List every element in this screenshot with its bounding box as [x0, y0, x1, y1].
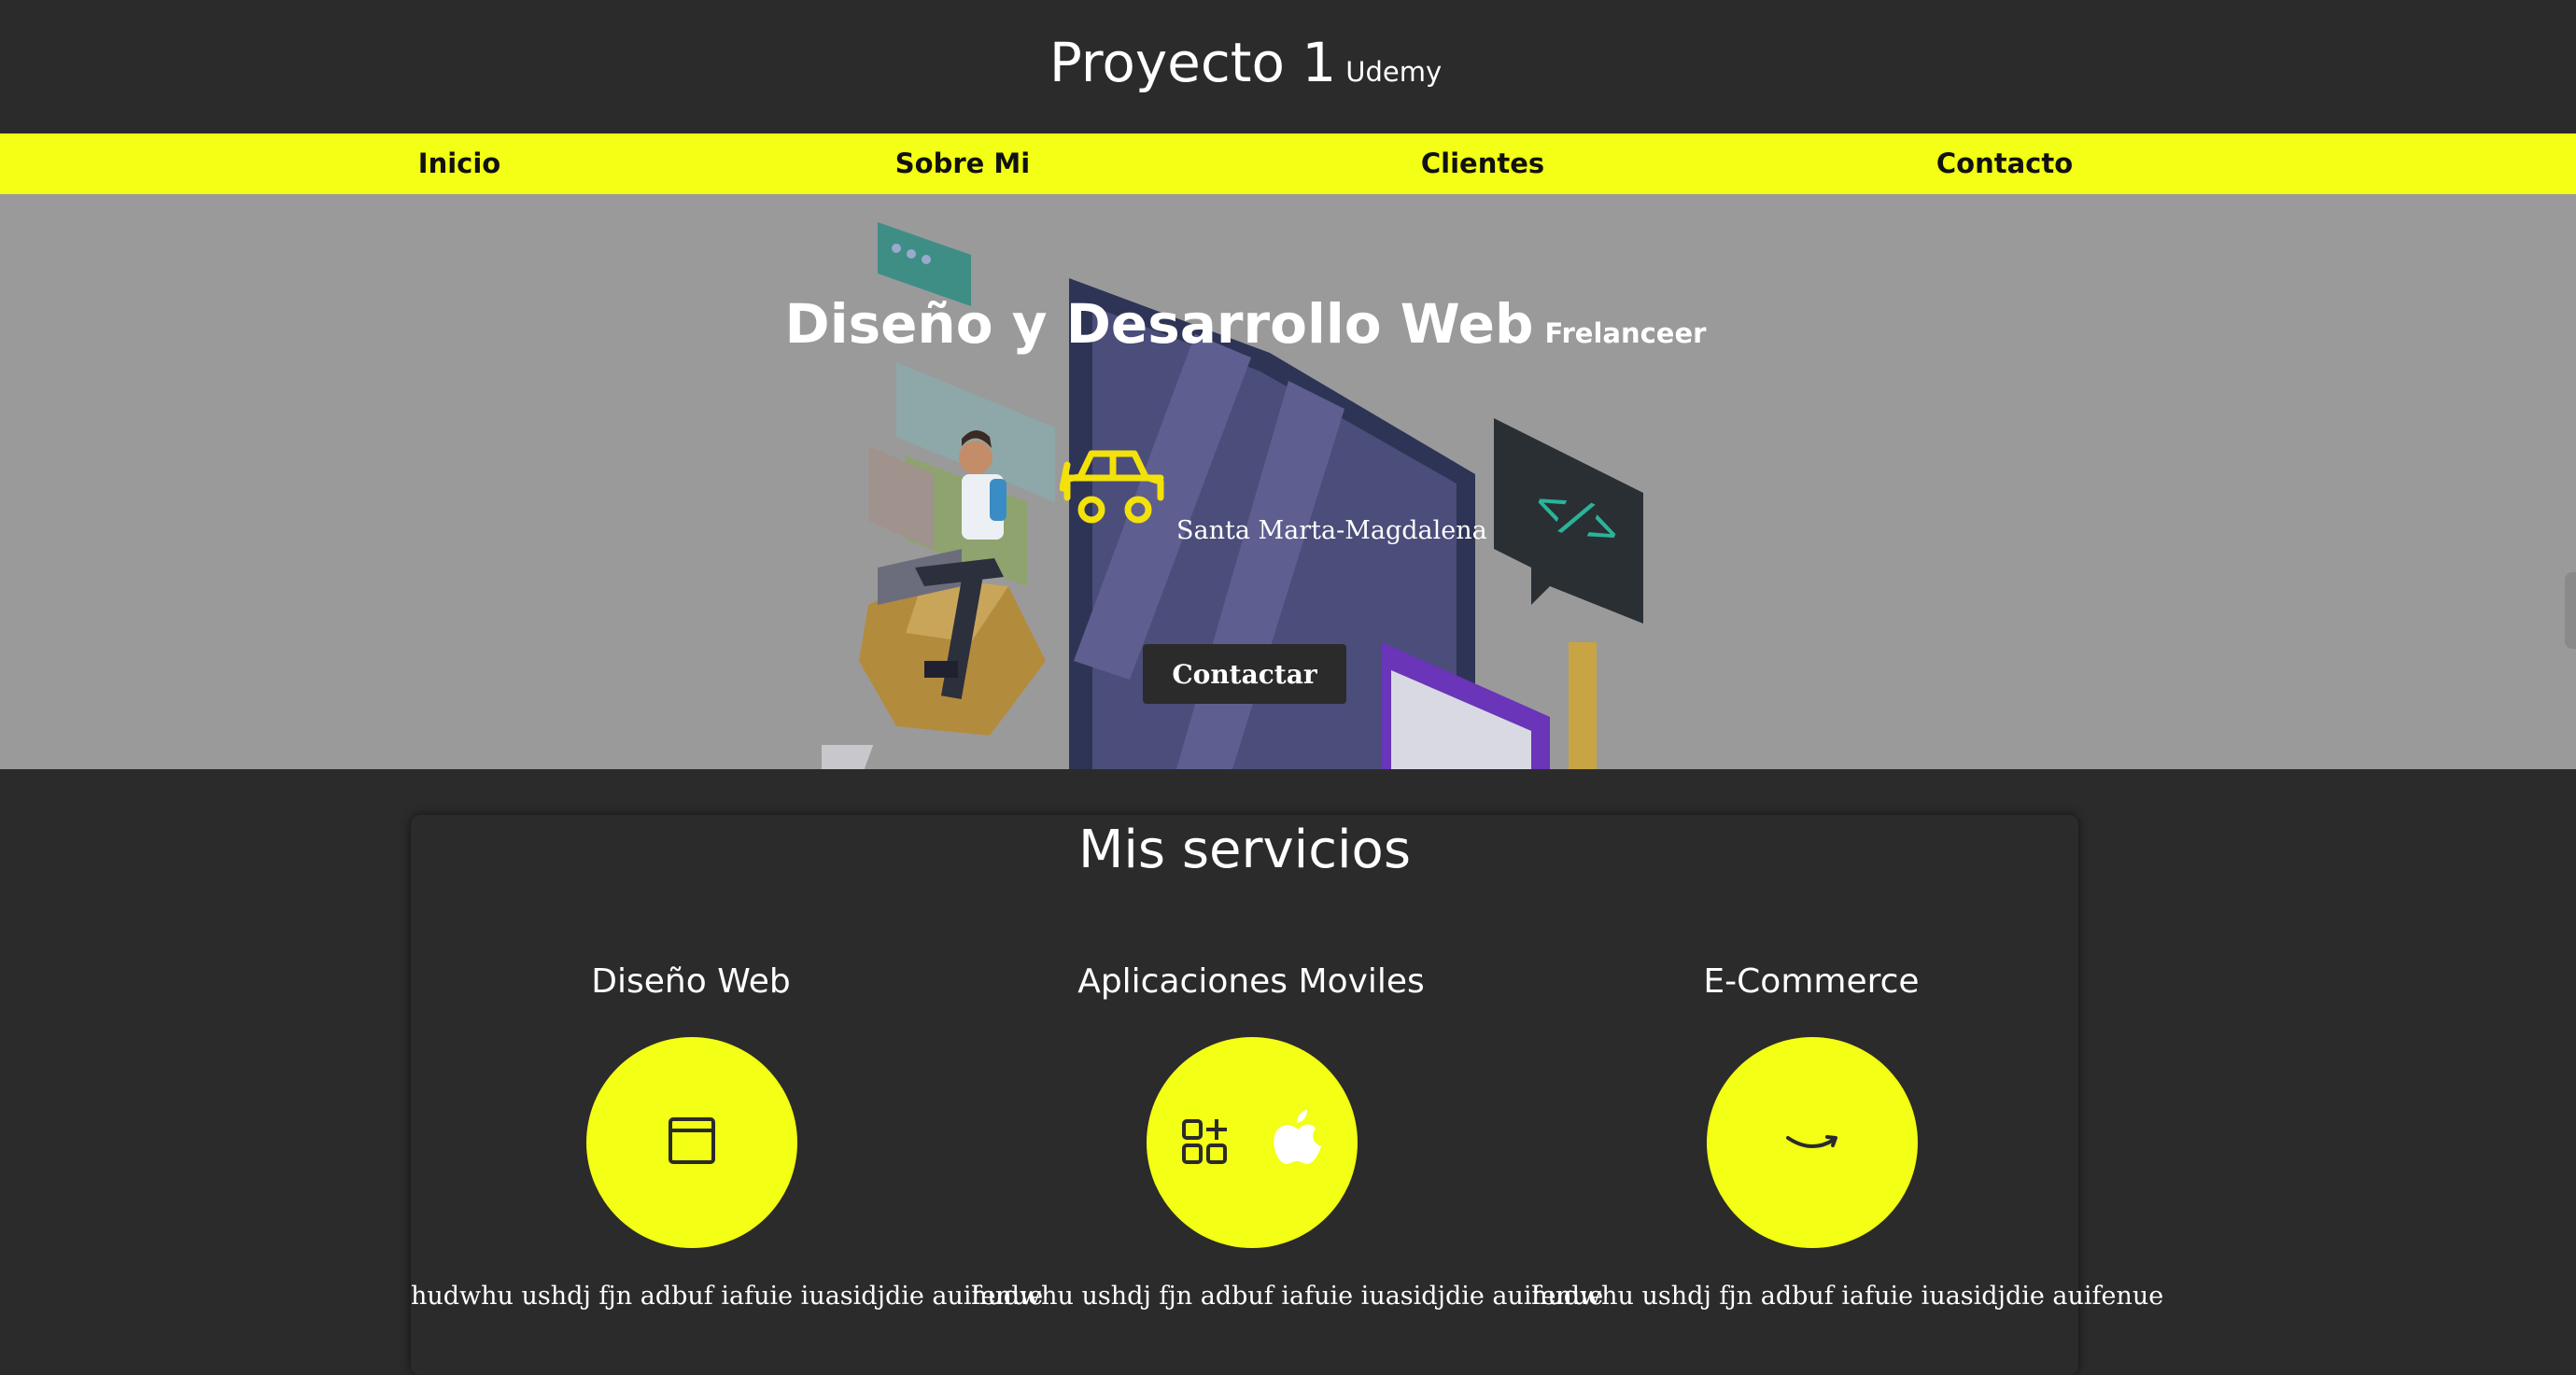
service-card-diseno-web: Diseño Web hudwhu ushdj fjn adbuf iafuie… — [411, 815, 1044, 1375]
apps-apple-icon — [1182, 1110, 1321, 1164]
service-icon-circle — [1147, 1037, 1358, 1248]
hero-tag: Frelanceer — [1544, 317, 1707, 349]
service-description: hudwhu ushdj fjn adbuf iafuie iuasidjdie… — [411, 1282, 1044, 1311]
contact-button[interactable]: Contactar — [1143, 644, 1346, 704]
service-name: Aplicaciones Moviles — [1077, 962, 1425, 1001]
side-scroll-handle[interactable] — [2565, 572, 2576, 649]
location-text: Santa Marta-Magdalena — [1176, 516, 1487, 545]
amazon-smile-icon — [1786, 1135, 1837, 1148]
site-header: Proyecto 1 Udemy — [0, 0, 2576, 133]
service-card-aplicaciones-moviles: Aplicaciones Moviles hudwhu ushdj fjn ad… — [971, 815, 1604, 1375]
hero-heading: Diseño y Desarrollo Web — [784, 292, 1534, 356]
service-card-e-commerce: E-Commerce hudwhu ushdj fjn adbuf iafuie… — [1531, 815, 2164, 1375]
nav-item-contacto[interactable]: Contacto — [1865, 133, 2145, 194]
browser-window-icon — [669, 1117, 715, 1164]
site-subtitle: Udemy — [1345, 56, 1443, 88]
service-name: Diseño Web — [591, 962, 791, 1001]
nav-item-sobre-mi[interactable]: Sobre Mi — [823, 133, 1103, 194]
service-description: hudwhu ushdj fjn adbuf iafuie iuasidjdie… — [971, 1282, 1604, 1311]
service-icon-circle — [586, 1037, 797, 1248]
service-icon-circle — [1707, 1037, 1918, 1248]
service-description: hudwhu ushdj fjn adbuf iafuie iuasidjdie… — [1531, 1282, 2164, 1311]
nav-item-clientes[interactable]: Clientes — [1343, 133, 1623, 194]
car-icon — [1060, 450, 1164, 524]
service-name: E-Commerce — [1703, 962, 1920, 1001]
services-section: Mis servicios Diseño Web hudwhu ushdj fj… — [411, 815, 2163, 1375]
nav-item-inicio[interactable]: Inicio — [319, 133, 599, 194]
hero-section: </> Diseño y Desarrollo Web Frelanceer S… — [0, 194, 2576, 769]
site-title: Proyecto 1 — [1049, 31, 1337, 94]
brand: Proyecto 1 Udemy — [0, 31, 2491, 94]
hero-title: Diseño y Desarrollo Web Frelanceer — [0, 292, 2491, 356]
main-nav: Inicio Sobre Mi Clientes Contacto — [0, 133, 2576, 194]
